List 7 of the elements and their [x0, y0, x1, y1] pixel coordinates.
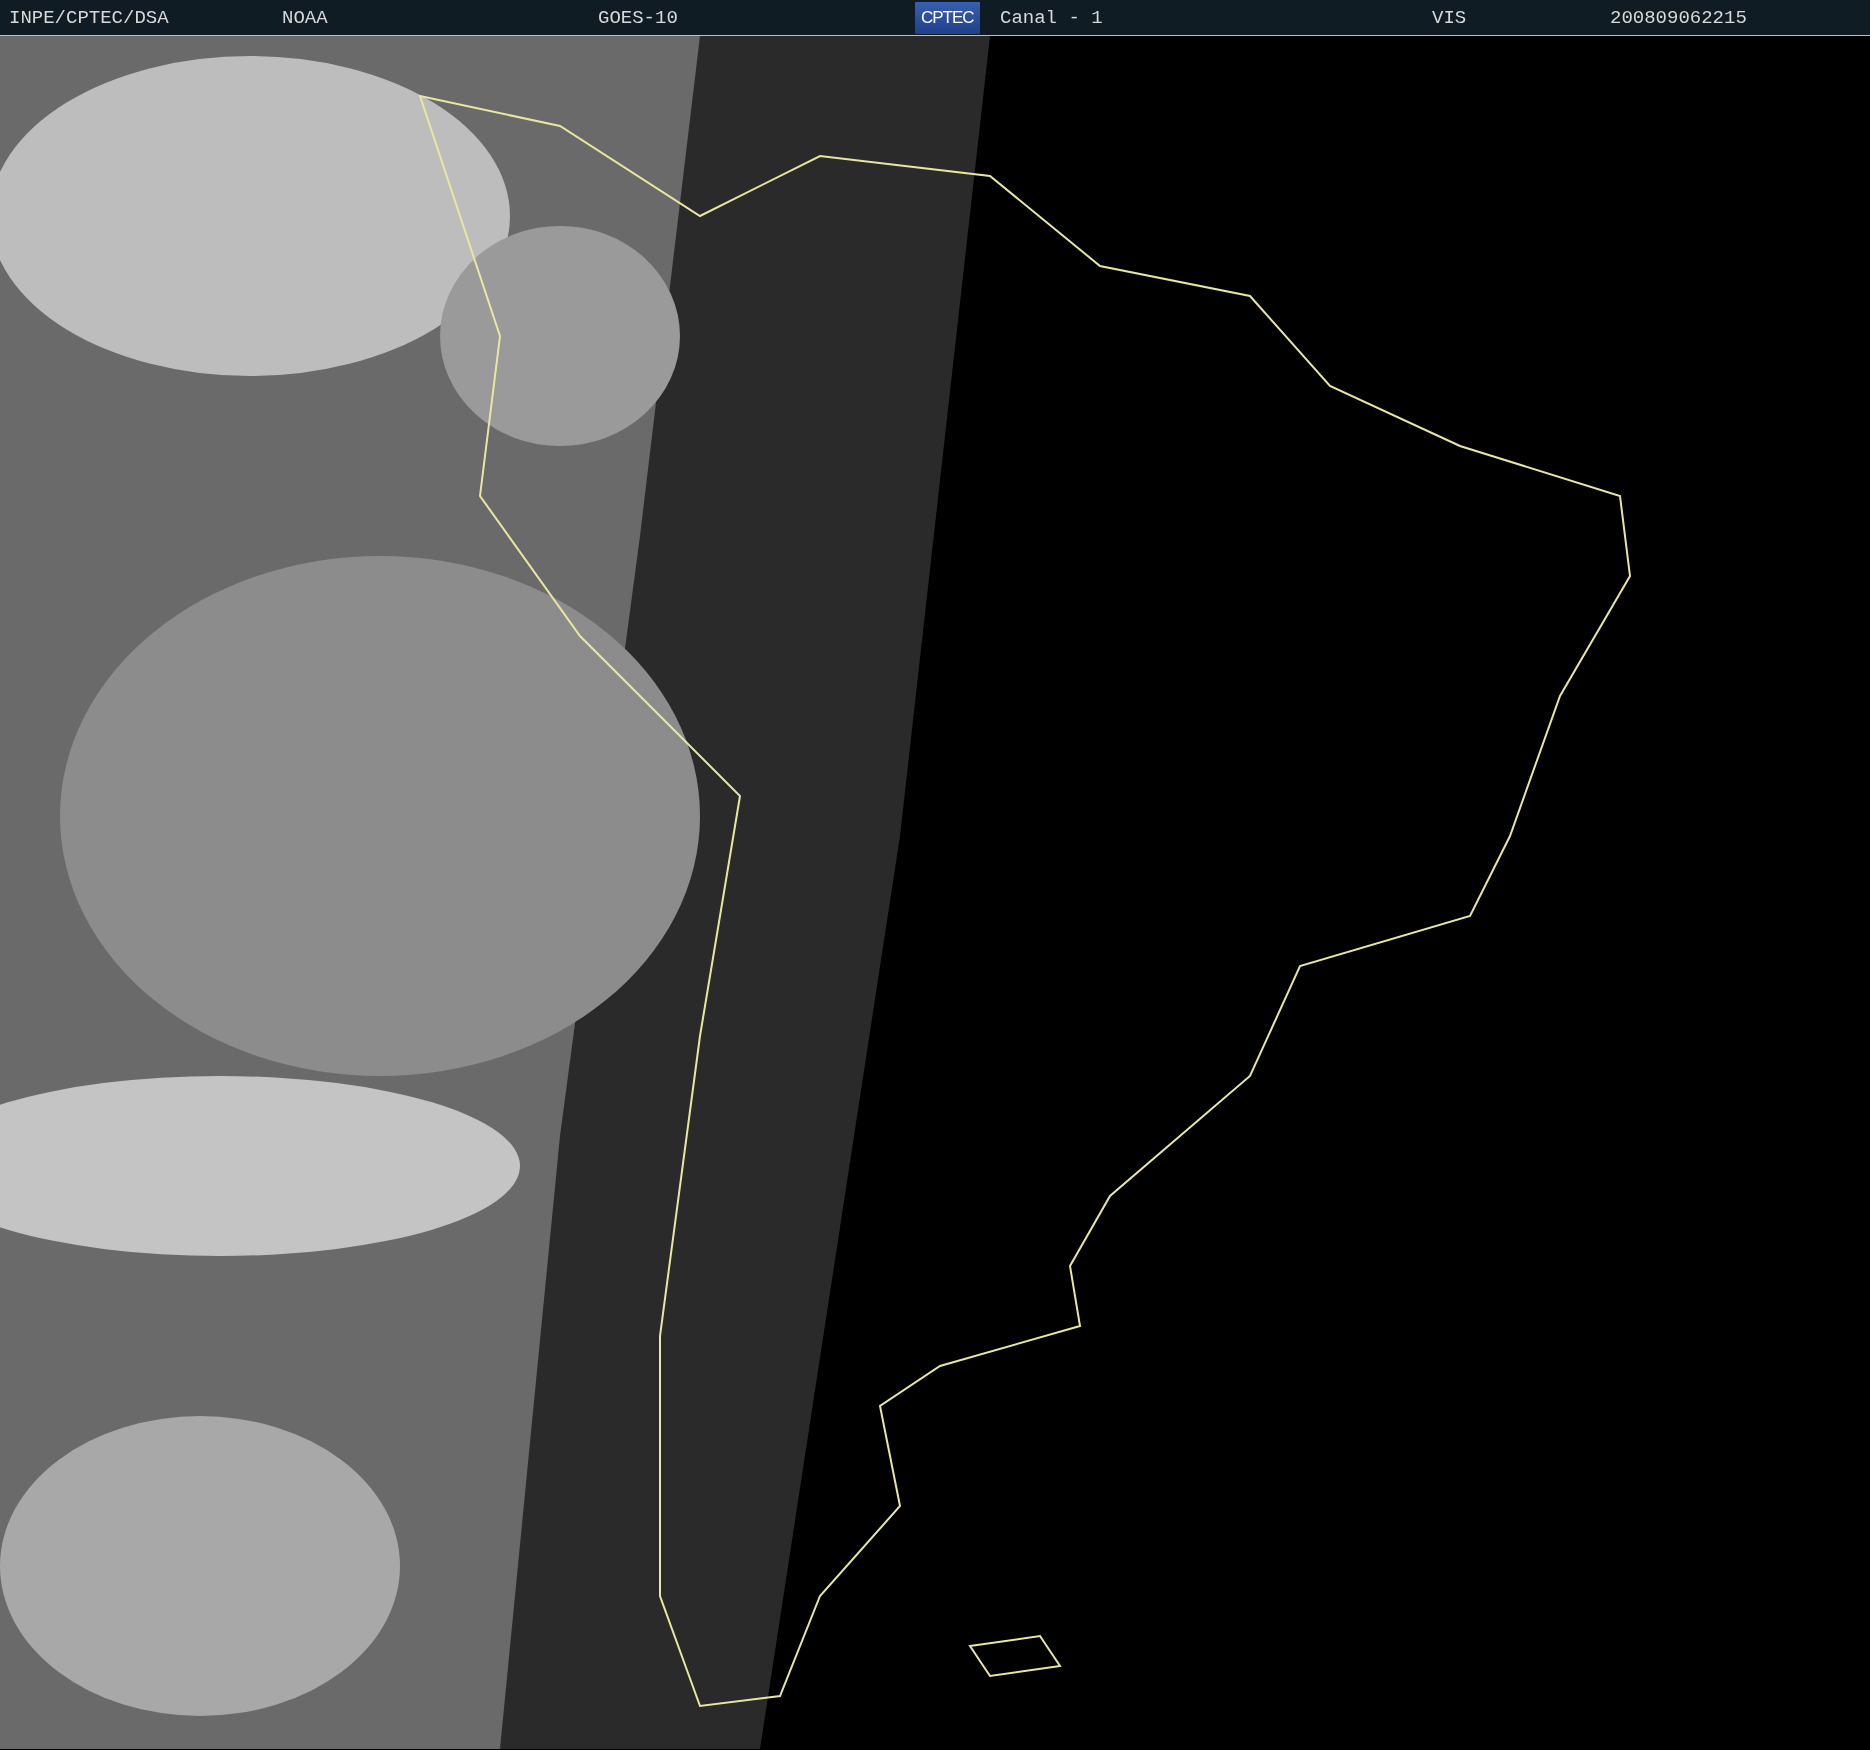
header-label: 200809062215: [1610, 6, 1747, 29]
header-label: Canal - 1: [1000, 6, 1103, 29]
header-label: NOAA: [282, 6, 328, 29]
header-label: VIS: [1432, 6, 1467, 29]
logo: CPTEC: [915, 1, 980, 34]
header-label: INPE/CPTEC/DSA: [9, 6, 169, 29]
header-label: GOES-10: [598, 6, 678, 29]
